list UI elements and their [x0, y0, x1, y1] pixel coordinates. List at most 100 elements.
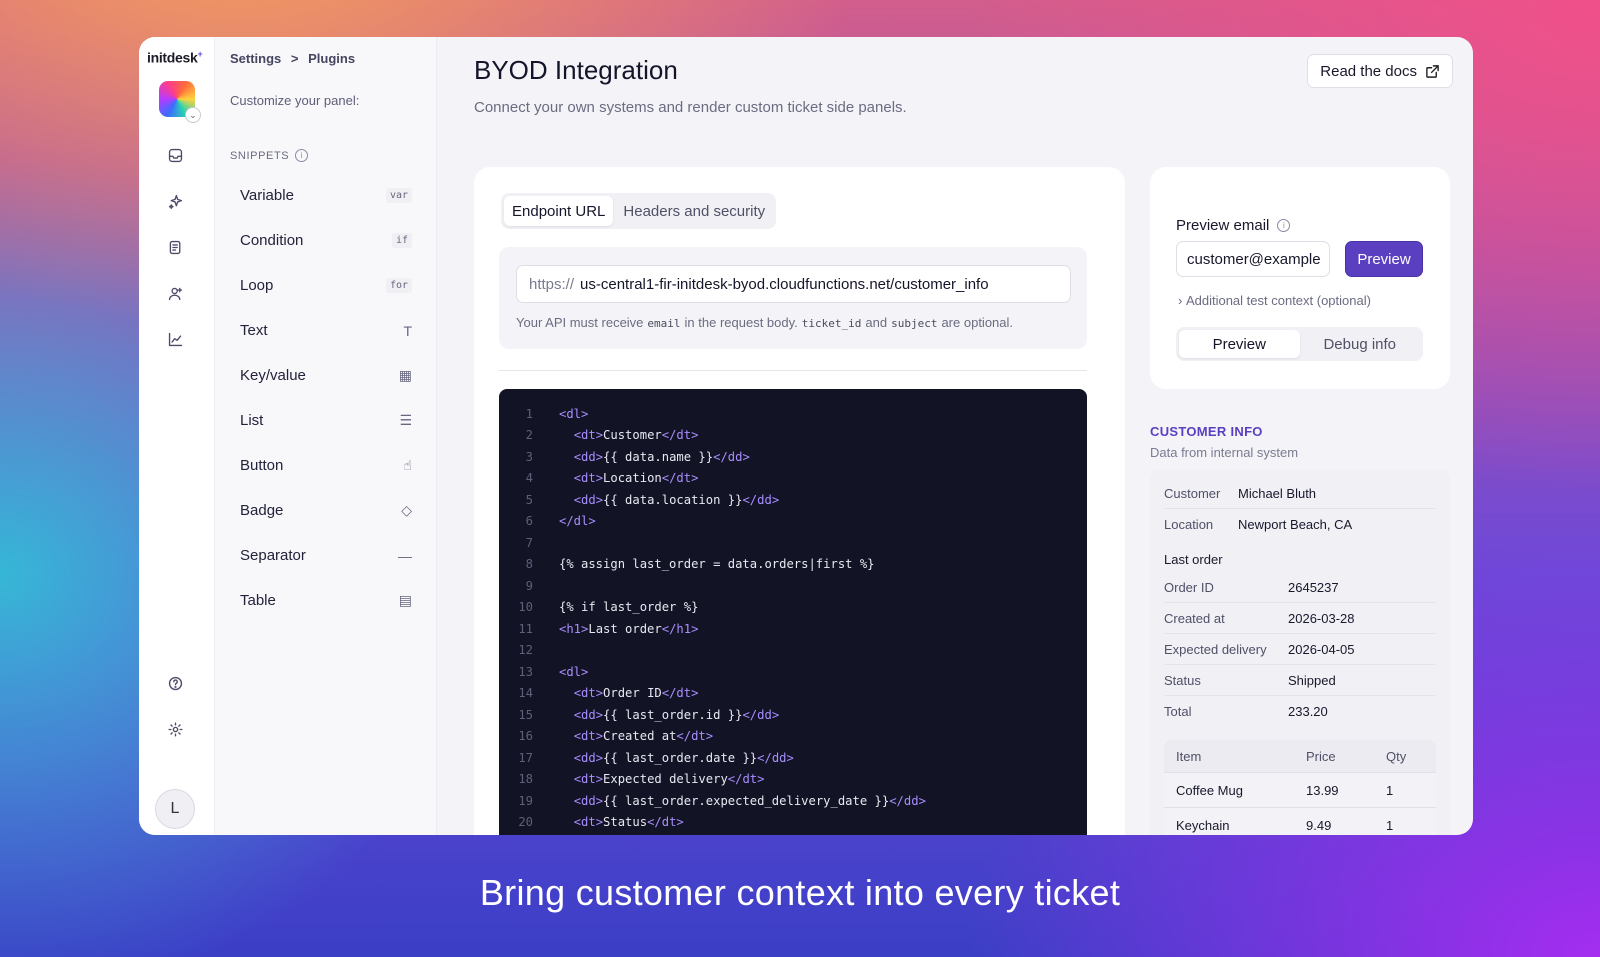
code-text: <dt>Status</dt>: [573, 815, 684, 830]
kv-row: Status Shipped: [1164, 665, 1436, 696]
code-line: 7: [499, 532, 1087, 554]
line-number: 4: [525, 471, 533, 486]
line-number: 10: [518, 600, 533, 615]
snippet-separator[interactable]: Separator —: [230, 533, 422, 578]
for-code-badge: for: [385, 278, 412, 293]
last-order-heading: Last order: [1164, 552, 1223, 567]
code-text: <dt>Customer</dt>: [573, 428, 699, 443]
table-icon: ▤: [398, 592, 412, 608]
url-prefix: https://: [529, 275, 575, 293]
kv-row: Customer Michael Bluth: [1164, 478, 1436, 509]
breadcrumb-settings[interactable]: Settings: [230, 51, 281, 66]
breadcrumb-plugins[interactable]: Plugins: [308, 51, 355, 66]
code-line: 17 <dd>{{ last_order.date }}</dd>: [499, 747, 1087, 769]
code-text: <dt>Created at</dt>: [573, 729, 714, 744]
code-line: 10 {% if last_order %}: [499, 597, 1087, 619]
line-number: 19: [518, 793, 533, 808]
endpoint-url-input[interactable]: https:// us-central1-fir-initdesk-byod.c…: [516, 265, 1071, 303]
code-line: 18 <dt>Expected delivery</dt>: [499, 769, 1087, 791]
sparkles-icon[interactable]: [165, 191, 185, 211]
snippet-key-value[interactable]: Key/value ▦: [230, 353, 422, 398]
line-number: 18: [518, 772, 533, 787]
snippet-loop[interactable]: Loop for: [230, 263, 422, 308]
tab-endpoint-url[interactable]: Endpoint URL: [504, 196, 614, 226]
preview-card: Preview email i customer@example Preview…: [1150, 167, 1450, 389]
code-line: 11 <h1>Last order</h1>: [499, 618, 1087, 640]
chevron-down-icon: ⌄: [185, 107, 201, 123]
snippet-list: Variable var Condition if Loop for Text T Ke…: [230, 173, 422, 623]
line-number: 7: [525, 535, 533, 550]
code-text: <dt>Location</dt>: [573, 471, 699, 486]
integration-card: Endpoint URL Headers and security https:…: [474, 167, 1125, 835]
segment-debug-info[interactable]: Debug info: [1300, 330, 1421, 358]
workspace-avatar[interactable]: ⌄: [159, 81, 201, 123]
line-number: 6: [525, 514, 533, 529]
line-number: 3: [525, 449, 533, 464]
table-header: Item Price Qty: [1176, 748, 1407, 764]
code-text: <dl>: [559, 406, 589, 421]
user-avatar[interactable]: L: [155, 789, 195, 829]
snippet-text[interactable]: Text T: [230, 308, 422, 353]
preview-email-input[interactable]: customer@example: [1176, 241, 1330, 277]
tab-headers-security[interactable]: Headers and security: [615, 196, 773, 226]
code-text: <dt>Expected delivery</dt>: [573, 772, 765, 787]
pointer-icon: ☝: [403, 457, 412, 473]
text-icon: T: [403, 322, 412, 339]
code-line: 2 <dt>Customer</dt>: [499, 425, 1087, 447]
additional-context-toggle[interactable]: › Additional test context (optional): [1178, 293, 1371, 308]
key-value-icon: ▦: [398, 367, 412, 383]
code-line: 16 <dt>Created at</dt>: [499, 726, 1087, 748]
code-text: <dl>: [559, 664, 589, 679]
page-title: BYOD Integration: [474, 55, 678, 85]
line-number: 13: [518, 664, 533, 679]
line-number: 1: [525, 406, 533, 421]
preview-segmented-control: Preview Debug info: [1176, 327, 1423, 361]
line-number: 20: [518, 815, 533, 830]
line-number: 8: [525, 557, 533, 572]
kv-row: Expected delivery 2026-04-05: [1164, 634, 1436, 665]
code-line: 15 <dd>{{ last_order.id }}</dd>: [499, 704, 1087, 726]
line-number: 11: [518, 621, 533, 636]
page-subtitle: Connect your own systems and render cust…: [474, 99, 907, 116]
snippet-variable[interactable]: Variable var: [230, 173, 422, 218]
document-edit-icon[interactable]: [165, 237, 185, 257]
read-docs-button[interactable]: Read the docs: [1307, 54, 1453, 88]
if-code-badge: if: [391, 233, 412, 248]
separator-icon: —: [398, 547, 412, 564]
preview-button[interactable]: Preview: [1345, 241, 1423, 277]
code-line: 5 <dd>{{ data.location }}</dd>: [499, 489, 1087, 511]
help-icon[interactable]: [165, 673, 185, 693]
endpoint-hint: Your API must receive email in the request…: [516, 315, 1014, 330]
add-user-icon[interactable]: [165, 283, 185, 303]
analytics-icon[interactable]: [165, 329, 185, 349]
line-number: 17: [518, 750, 533, 765]
snippet-badge[interactable]: Badge ◇: [230, 488, 422, 533]
customer-info-title: CUSTOMER INFO: [1150, 424, 1263, 439]
code-line: 14 <dt>Order ID</dt>: [499, 683, 1087, 705]
template-code-editor[interactable]: 1 <dl> 2 <dt>Customer</dt> 3 <dd>{{ data.na…: [499, 389, 1087, 835]
code-text: <dd>{{ last_order.expected_delivery_date…: [573, 793, 926, 808]
inbox-icon[interactable]: [165, 145, 185, 165]
snippet-table[interactable]: Table ▤: [230, 578, 422, 623]
code-line: 13 <dl>: [499, 661, 1087, 683]
code-text: </dl>: [559, 514, 596, 529]
kv-row: Location Newport Beach, CA: [1164, 517, 1353, 532]
segment-preview[interactable]: Preview: [1179, 330, 1300, 358]
info-icon[interactable]: i: [1277, 219, 1291, 232]
breadcrumb: Settings > Plugins: [230, 51, 361, 66]
chevron-right-icon: ›: [1178, 293, 1186, 308]
gear-icon[interactable]: [165, 719, 185, 739]
kv-row: Created at 2026-03-28: [1164, 603, 1436, 634]
customize-label: Customize your panel:: [230, 93, 360, 108]
snippet-condition[interactable]: Condition if: [230, 218, 422, 263]
code-line: 3 <dd>{{ data.name }}</dd>: [499, 446, 1087, 468]
tag-icon: ◇: [401, 502, 412, 518]
marketing-headline: Bring customer context into every ticket: [479, 872, 1121, 913]
snippets-heading: SNIPPETS i: [230, 149, 309, 162]
url-value: us-central1-fir-initdesk-byod.cloudfunct…: [580, 275, 989, 293]
snippet-list-item[interactable]: List ☰: [230, 398, 422, 443]
list-icon: ☰: [399, 412, 412, 428]
kv-row: Total 233.20: [1164, 704, 1328, 719]
info-icon[interactable]: i: [295, 149, 309, 162]
snippet-button[interactable]: Button ☝: [230, 443, 422, 488]
